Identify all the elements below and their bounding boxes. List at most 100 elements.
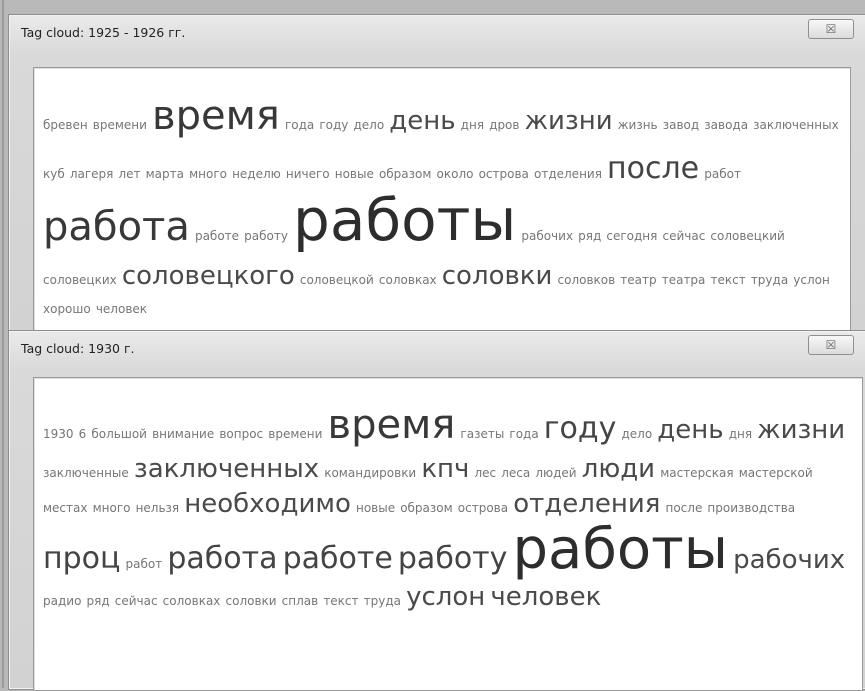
tag-word[interactable]: командировки <box>324 466 416 480</box>
tag-word[interactable]: газеты <box>460 427 504 441</box>
tag-word[interactable]: сегодня <box>606 229 657 243</box>
tag-word[interactable]: хорошо <box>43 302 91 316</box>
tag-word[interactable]: соловецкий <box>710 229 784 243</box>
tag-word[interactable]: работа <box>167 541 277 576</box>
tag-word[interactable]: мастерская <box>660 466 733 480</box>
tag-word[interactable]: труда <box>364 594 401 608</box>
tag-word[interactable]: соловки <box>226 594 277 608</box>
tag-word[interactable]: жизнь <box>618 118 658 132</box>
tag-word[interactable]: необходимо <box>184 489 351 519</box>
tag-word[interactable]: острова <box>479 167 529 181</box>
tag-word[interactable]: образом <box>400 501 453 515</box>
tag-word[interactable]: после <box>607 151 699 186</box>
tag-word[interactable]: людей <box>535 466 576 480</box>
tag-word[interactable]: времени <box>93 118 147 132</box>
tag-word[interactable]: работы <box>513 517 729 582</box>
tag-word[interactable]: года <box>509 427 538 441</box>
tag-word[interactable]: работе <box>195 229 239 243</box>
tag-word[interactable]: соловецкой <box>300 273 374 287</box>
tag-word[interactable]: радио <box>43 594 81 608</box>
tag-word[interactable]: заключенные <box>43 466 129 480</box>
tag-word[interactable]: текст <box>711 273 746 287</box>
tag-word[interactable]: ничего <box>286 167 330 181</box>
tag-word[interactable]: соловках <box>379 273 437 287</box>
tag-word[interactable]: человек <box>96 302 147 316</box>
tag-word[interactable]: лет <box>118 167 140 181</box>
tag-word[interactable]: много <box>93 501 131 515</box>
tag-word[interactable]: дня <box>461 118 484 132</box>
tag-word[interactable]: ряд <box>578 229 601 243</box>
tag-word[interactable]: года <box>285 118 314 132</box>
tag-word[interactable]: время <box>328 402 456 448</box>
tag-word[interactable]: работа <box>43 204 190 250</box>
tag-word[interactable]: бревен <box>43 118 88 132</box>
tag-word[interactable]: работу <box>244 229 288 243</box>
tag-word[interactable]: дня <box>729 427 752 441</box>
tag-word[interactable]: мастерской <box>739 466 813 480</box>
tag-word[interactable]: году <box>544 411 617 446</box>
close-button[interactable]: ☒ <box>808 19 854 39</box>
tag-word[interactable]: новые <box>335 167 374 181</box>
tag-word[interactable]: время <box>152 93 280 139</box>
tag-word[interactable]: люди <box>582 454 655 484</box>
tag-word[interactable]: заключенных <box>753 118 839 132</box>
tag-word[interactable]: работу <box>398 541 508 576</box>
close-button[interactable]: ☒ <box>808 335 854 355</box>
tag-word[interactable]: соловков <box>558 273 616 287</box>
tag-word[interactable]: внимание <box>152 427 214 441</box>
tag-word[interactable]: день <box>657 415 723 445</box>
tag-word[interactable]: текст <box>323 594 358 608</box>
tag-word[interactable]: человек <box>490 582 601 612</box>
tag-word[interactable]: куб <box>43 167 65 181</box>
tag-word[interactable]: образом <box>379 167 432 181</box>
tag-word[interactable]: заключенных <box>134 454 319 484</box>
tag-word[interactable]: жизни <box>525 106 613 136</box>
tag-word[interactable]: леса <box>501 466 530 480</box>
tag-word[interactable]: театра <box>662 273 706 287</box>
tag-word[interactable]: неделю <box>232 167 281 181</box>
tag-word[interactable]: соловки <box>442 261 553 291</box>
tag-word[interactable]: работе <box>283 541 393 576</box>
tag-word[interactable]: ряд <box>87 594 110 608</box>
tag-word[interactable]: услон <box>406 582 485 612</box>
tag-word[interactable]: дело <box>622 427 653 441</box>
tag-word[interactable]: местах <box>43 501 87 515</box>
tag-word[interactable]: кпч <box>421 454 469 484</box>
tag-word[interactable]: театр <box>620 273 656 287</box>
tag-word[interactable]: работы <box>293 186 516 254</box>
tag-word[interactable]: 6 <box>79 427 87 441</box>
tag-word[interactable]: много <box>189 167 227 181</box>
tag-word[interactable]: завода <box>704 118 748 132</box>
tag-word[interactable]: проц <box>43 541 120 576</box>
tag-word[interactable]: соловецких <box>43 273 117 287</box>
tag-word[interactable]: нельзя <box>136 501 180 515</box>
tag-word[interactable]: сейчас <box>115 594 158 608</box>
tag-word[interactable]: лес <box>475 466 497 480</box>
tag-word[interactable]: марта <box>146 167 184 181</box>
tag-word[interactable]: времени <box>268 427 322 441</box>
tag-word[interactable]: году <box>319 118 348 132</box>
tag-word[interactable]: вопрос <box>219 427 263 441</box>
tag-word[interactable]: рабочих <box>733 545 845 575</box>
tag-word[interactable]: завод <box>663 118 699 132</box>
tag-word[interactable]: сплав <box>282 594 319 608</box>
tag-word[interactable]: день <box>389 106 455 136</box>
tag-word[interactable]: новые <box>356 501 395 515</box>
tag-word[interactable]: труда <box>751 273 788 287</box>
tag-word[interactable]: работ <box>126 557 163 571</box>
tag-word[interactable]: отделения <box>513 489 660 519</box>
tag-word[interactable]: рабочих <box>521 229 573 243</box>
tag-word[interactable]: соловках <box>163 594 221 608</box>
tag-word[interactable]: лагеря <box>70 167 114 181</box>
tag-word[interactable]: дров <box>489 118 519 132</box>
tag-word[interactable]: 1930 <box>43 427 74 441</box>
tag-word[interactable]: после <box>665 501 702 515</box>
tag-word[interactable]: соловецкого <box>122 261 295 291</box>
tag-word[interactable]: услон <box>793 273 830 287</box>
tag-word[interactable]: производства <box>707 501 795 515</box>
tag-word[interactable]: работ <box>704 167 741 181</box>
tag-word[interactable]: отделения <box>534 167 602 181</box>
tag-word[interactable]: сейчас <box>662 229 705 243</box>
tag-word[interactable]: жизни <box>757 415 845 445</box>
tag-word[interactable]: около <box>437 167 474 181</box>
